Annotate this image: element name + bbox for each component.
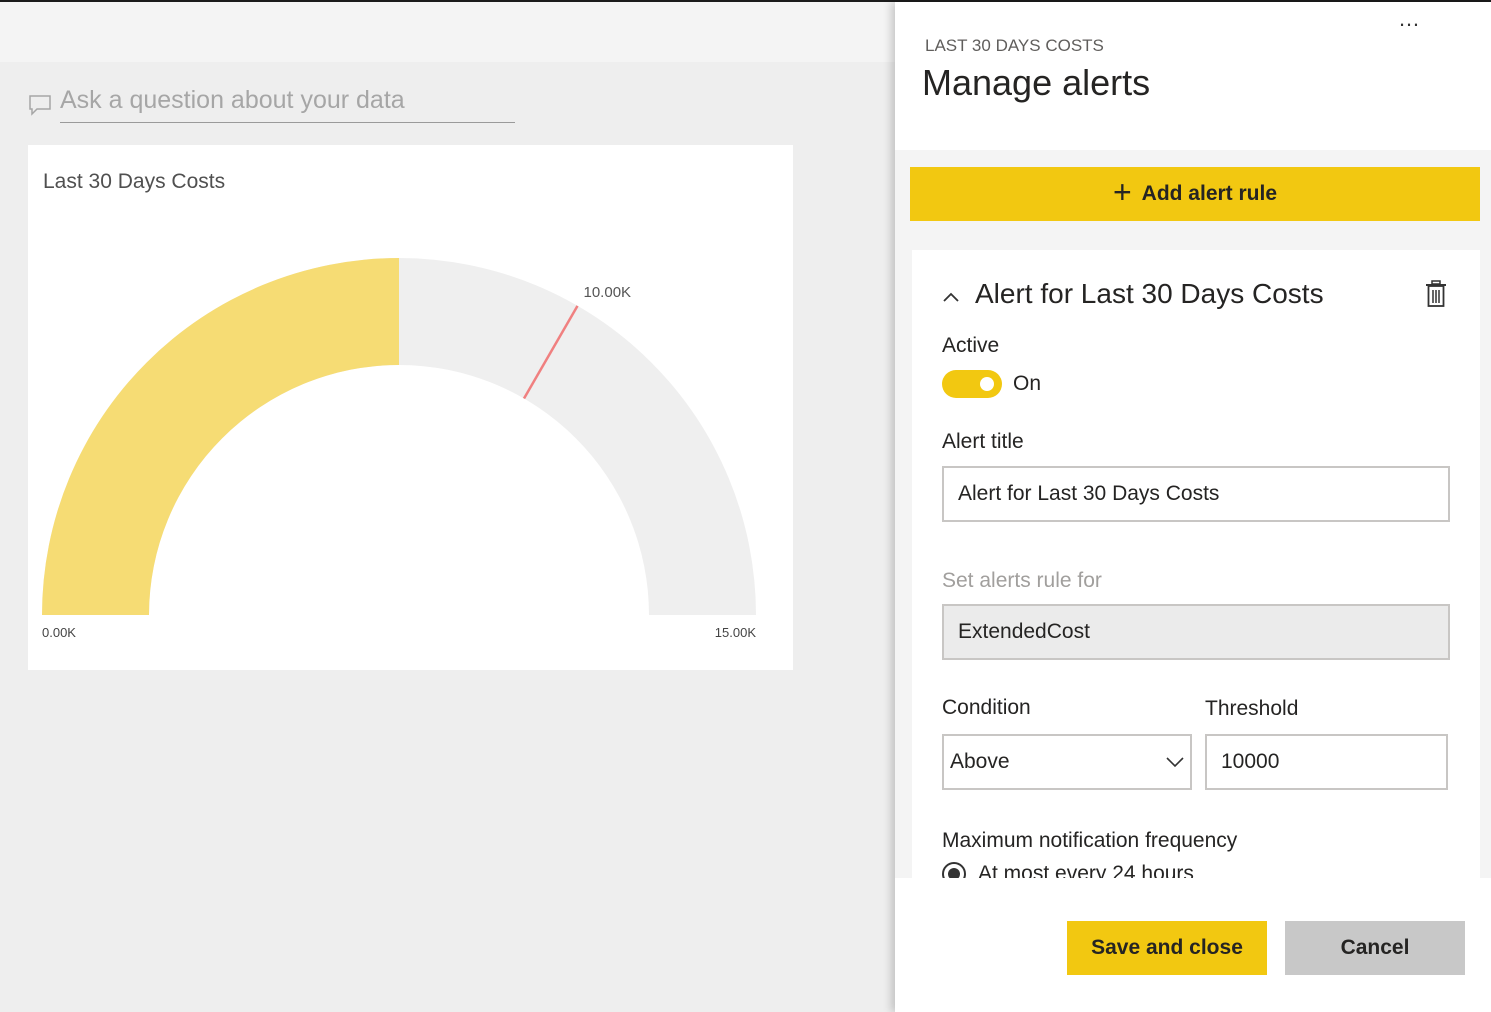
active-label: Active [942,334,1000,357]
chevron-down-icon [1166,757,1184,768]
gauge-min-label: 0.00K [42,625,76,640]
qna-box[interactable]: Ask a question about your data [28,84,515,124]
qna-input[interactable]: Ask a question about your data [60,86,405,115]
condition-select[interactable]: Above [942,734,1192,790]
add-alert-rule-button[interactable]: + Add alert rule [910,167,1480,221]
condition-value: Above [950,750,1010,773]
gauge-chart: 10.00K 0.00K 15.00K [42,258,757,640]
alert-title-label: Alert title [942,430,1024,453]
cancel-button[interactable]: Cancel [1285,921,1465,975]
frequency-label: Maximum notification frequency [942,829,1238,852]
add-alert-rule-label: Add alert rule [1141,182,1278,205]
top-bar [0,2,895,62]
save-and-close-button[interactable]: Save and close [1067,921,1267,975]
threshold-input[interactable]: 10000 [1205,734,1448,790]
alert-card-title: Alert for Last 30 Days Costs [975,278,1324,309]
panel-title: Manage alerts [922,62,1151,103]
more-options-icon[interactable]: … [1398,6,1421,32]
active-toggle[interactable] [942,370,1002,398]
toggle-state-label: On [1013,372,1042,395]
alert-rule-card: Alert for Last 30 Days Costs Active On A… [912,250,1480,880]
panel-subtitle: LAST 30 DAYS COSTS [925,36,1104,55]
panel-footer: Save and close Cancel [895,878,1491,1012]
condition-label: Condition [942,696,1031,719]
gauge-target-label: 10.00K [584,284,632,301]
toggle-knob [980,377,994,391]
panel-header: … LAST 30 DAYS COSTS Manage alerts [895,2,1491,150]
alert-title-input[interactable]: Alert for Last 30 Days Costs [942,466,1450,522]
threshold-value: 10000 [1221,750,1280,773]
rule-for-field: ExtendedCost [942,604,1450,660]
manage-alerts-panel: … LAST 30 DAYS COSTS Manage alerts + Add… [895,2,1491,1012]
qna-underline [60,122,515,123]
gauge-tile[interactable]: Last 30 Days Costs 10.00K 0.00K 15.00K [28,145,793,670]
chevron-up-icon[interactable] [942,288,960,306]
gauge-max-label: 15.00K [715,625,757,640]
rule-for-value: ExtendedCost [958,620,1090,643]
chat-bubble-icon [29,95,51,116]
gauge-value-arc [42,258,399,615]
alert-title-value: Alert for Last 30 Days Costs [958,482,1220,505]
trash-icon[interactable] [1425,280,1447,308]
plus-icon: + [1112,174,1132,210]
rule-for-label: Set alerts rule for [942,569,1102,592]
threshold-label: Threshold [1205,697,1299,720]
